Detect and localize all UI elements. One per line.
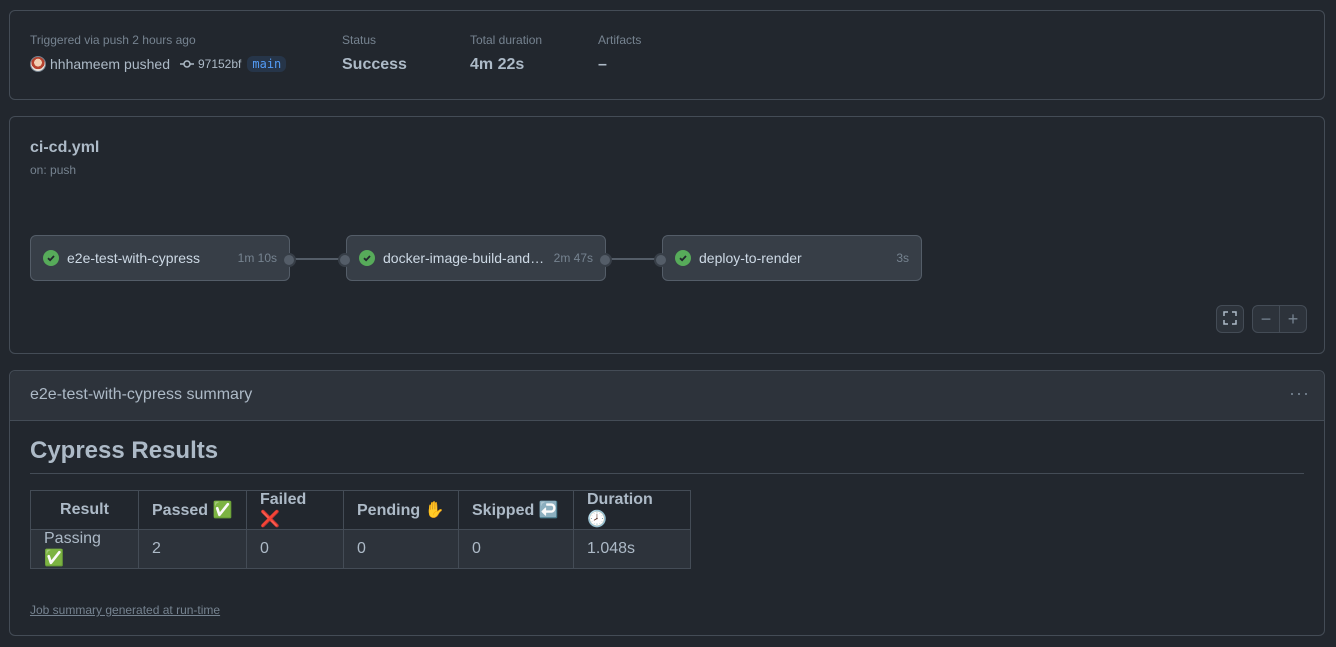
trigger-row: hhhameem pushed 97152bf main bbox=[30, 56, 287, 72]
action-text: pushed bbox=[124, 56, 170, 72]
duration-block: Total duration 4m 22s bbox=[470, 33, 542, 74]
run-summary-card: Triggered via push 2 hours ago hhhameem … bbox=[9, 10, 1325, 100]
actor-link[interactable]: hhhameem bbox=[50, 56, 120, 72]
job-name: docker-image-build-and-push bbox=[383, 250, 548, 266]
trigger-label: Triggered via push 2 hours ago bbox=[30, 33, 196, 47]
status-block: Status Success bbox=[342, 33, 407, 74]
zoom-out-button[interactable]: − bbox=[1252, 305, 1280, 333]
commit-icon bbox=[179, 57, 194, 71]
duration-label: Total duration bbox=[470, 33, 543, 47]
kebab-menu-icon[interactable]: ··· bbox=[1289, 383, 1310, 404]
artifacts-block: Artifacts – bbox=[598, 33, 641, 74]
job-name: e2e-test-with-cypress bbox=[67, 250, 201, 266]
column-header: Passed ✅ bbox=[138, 490, 247, 530]
job-duration: 2m 47s bbox=[553, 251, 593, 265]
connector-dot bbox=[654, 253, 668, 267]
fullscreen-icon bbox=[1223, 309, 1237, 330]
job-node-docker-build[interactable]: docker-image-build-and-push 2m 47s bbox=[346, 235, 606, 281]
connector-dot bbox=[338, 253, 352, 267]
job-duration: 1m 10s bbox=[237, 251, 277, 265]
table-cell: 2 bbox=[138, 529, 247, 569]
table-cell: 0 bbox=[246, 529, 344, 569]
artifacts-label: Artifacts bbox=[598, 33, 642, 47]
summary-heading: Cypress Results bbox=[30, 437, 219, 464]
table-cell: Passing ✅ bbox=[30, 529, 139, 569]
job-summary-card: e2e-test-with-cypress summary ··· Cypres… bbox=[9, 370, 1325, 636]
column-header: Skipped ↩️ bbox=[458, 490, 574, 530]
table-cell: 0 bbox=[458, 529, 574, 569]
trigger-info: Triggered via push 2 hours ago hhhameem … bbox=[30, 33, 287, 72]
job-name: deploy-to-render bbox=[699, 250, 802, 266]
status-value: Success bbox=[342, 56, 407, 73]
branch-badge[interactable]: main bbox=[247, 56, 287, 72]
connector-dot bbox=[282, 253, 296, 267]
column-header: Failed ❌ bbox=[246, 490, 344, 530]
column-header: Result bbox=[30, 490, 139, 530]
duration-value: 4m 22s bbox=[470, 56, 525, 73]
workflow-graph-card: ci-cd.yml on: push e2e-test-with-cypress… bbox=[9, 116, 1325, 354]
fullscreen-button[interactable] bbox=[1216, 305, 1244, 333]
check-circle-icon bbox=[675, 250, 691, 266]
column-header: Pending ✋ bbox=[343, 490, 459, 530]
table-cell: 1.048s bbox=[573, 529, 691, 569]
zoom-in-button[interactable]: + bbox=[1279, 305, 1307, 333]
artifacts-value: – bbox=[598, 56, 607, 73]
check-circle-icon bbox=[43, 250, 59, 266]
job-summary-header: e2e-test-with-cypress summary ··· bbox=[10, 371, 1324, 421]
job-node-deploy[interactable]: deploy-to-render 3s bbox=[662, 235, 922, 281]
job-summary-footer-link[interactable]: Job summary generated at run-time bbox=[30, 603, 220, 617]
job-duration: 3s bbox=[896, 251, 909, 265]
check-circle-icon bbox=[359, 250, 375, 266]
workflow-trigger: on: push bbox=[30, 163, 77, 177]
table-header-row: Result Passed ✅ Failed ❌ Pending ✋ Skipp… bbox=[30, 490, 691, 530]
table-row: Passing ✅ 2 0 0 0 1.048s bbox=[30, 529, 691, 569]
heading-divider bbox=[30, 473, 1304, 474]
table-cell: 0 bbox=[343, 529, 459, 569]
commit-sha-link[interactable]: 97152bf bbox=[198, 57, 241, 71]
results-table: Result Passed ✅ Failed ❌ Pending ✋ Skipp… bbox=[30, 490, 691, 569]
job-summary-title: e2e-test-with-cypress summary bbox=[30, 386, 253, 403]
status-label: Status bbox=[342, 33, 377, 47]
workflow-file-name: ci-cd.yml bbox=[30, 139, 100, 156]
job-node-e2e-test[interactable]: e2e-test-with-cypress 1m 10s bbox=[30, 235, 290, 281]
column-header: Duration 🕗 bbox=[573, 490, 691, 530]
avatar[interactable] bbox=[30, 56, 46, 72]
connector-dot bbox=[598, 253, 612, 267]
